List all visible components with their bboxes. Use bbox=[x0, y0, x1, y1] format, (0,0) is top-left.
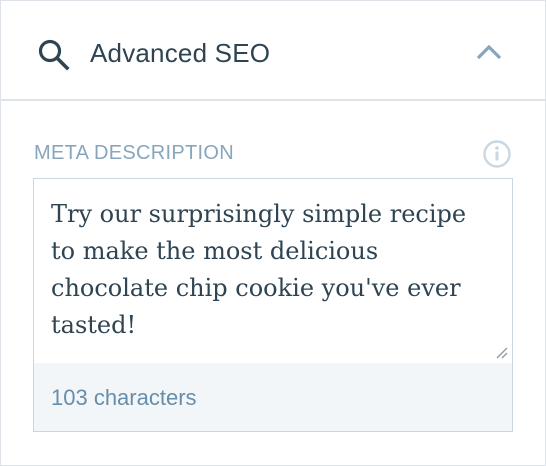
meta-description-field: Try our surprisingly simple recipe to ma… bbox=[33, 178, 513, 432]
meta-description-label: META DESCRIPTION bbox=[34, 142, 235, 164]
search-icon bbox=[38, 39, 70, 71]
character-count: 103 characters bbox=[51, 385, 197, 410]
character-counter-bar: 103 characters bbox=[34, 363, 512, 431]
resize-handle-icon[interactable] bbox=[496, 347, 508, 359]
advanced-seo-header[interactable]: Advanced SEO bbox=[1, 1, 545, 101]
meta-description-textarea[interactable]: Try our surprisingly simple recipe to ma… bbox=[34, 179, 512, 363]
info-icon[interactable] bbox=[482, 139, 512, 169]
advanced-seo-panel: Advanced SEO META DESCRIPTION Try our su… bbox=[0, 0, 546, 466]
panel-title: Advanced SEO bbox=[90, 38, 271, 68]
chevron-up-icon[interactable] bbox=[475, 43, 503, 61]
